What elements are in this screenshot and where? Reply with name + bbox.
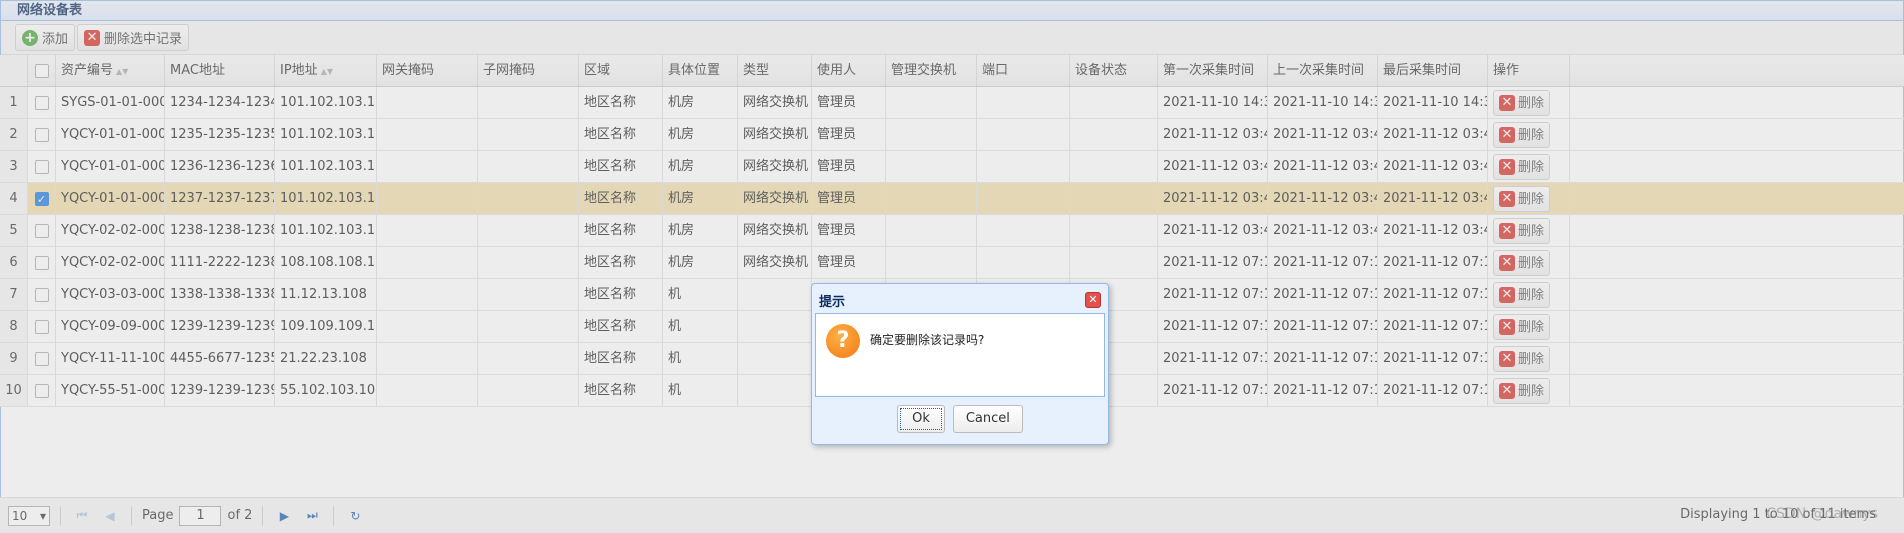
dialog-title: 提示 (819, 294, 846, 310)
dialog-header: 提示 ✕ (815, 287, 1105, 313)
watermark: CSDN @dawnys (1766, 506, 1878, 522)
question-icon: ? (826, 324, 860, 358)
cancel-button[interactable]: Cancel (952, 405, 1023, 433)
dialog-body: ? 确定要删除该记录吗? (815, 313, 1105, 397)
confirm-dialog: 提示 ✕ ? 确定要删除该记录吗? Ok Cancel (811, 283, 1109, 445)
dialog-footer: Ok Cancel (815, 397, 1105, 441)
close-icon[interactable]: ✕ (1085, 292, 1101, 308)
ok-button[interactable]: Ok (897, 405, 945, 433)
modal-mask (0, 0, 1904, 533)
dialog-message: 确定要删除该记录吗? (870, 333, 985, 347)
